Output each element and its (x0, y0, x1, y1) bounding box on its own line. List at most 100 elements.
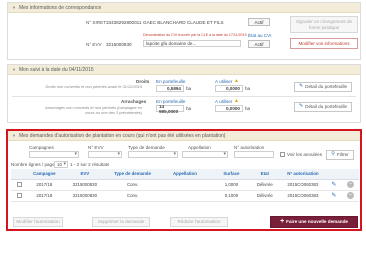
cell-autorisation: 2015CO060383 (280, 179, 326, 191)
arrachages-desc: Arrachages non convertis et non périmés … (45, 105, 142, 115)
column-header[interactable]: Surface (213, 169, 250, 180)
rows-per-page-value: 10 (57, 162, 62, 167)
new-request-label: Faire une nouvelle demande (286, 219, 348, 225)
droits-use-label: A utiliser (215, 79, 233, 84)
cvi-note: Dénomination du CVI trouvée par la CLE à… (143, 33, 247, 37)
delete-icon[interactable]: – (347, 181, 355, 188)
filter-button[interactable]: ⚲ Filtrer (326, 150, 354, 160)
table-row[interactable]: 2017/18 3215000830 Conv. 1,0000 Délivrée… (11, 179, 359, 191)
arrachages-detail-label: Détail du portefeuille (305, 104, 348, 110)
demandes-table: Campagne EVV Type de demande Appellation… (11, 169, 359, 202)
warning-icon: ▲ (234, 78, 239, 84)
cvi-name-field[interactable]: lapoite gfa domaine de... (143, 40, 241, 47)
plus-icon: + (280, 218, 285, 226)
cell-surface: 1,0000 (213, 179, 250, 191)
arrachages-title: Arrachages (121, 99, 147, 104)
rows-per-page-label: Nombre lignes / page (11, 162, 55, 167)
table-row[interactable]: 2017/18 3215000830 Conv. 0,1000 Délivrée… (11, 190, 359, 202)
cell-evv: 3215000830 (61, 190, 109, 202)
arrachages-portfolio-value: 14 985,0000 (156, 104, 184, 114)
droits-detail-button[interactable]: ✎ Détail du portefeuille (294, 82, 352, 92)
results-count: 1 - 2 sur 2 résultats (70, 162, 110, 167)
funnel-icon: ⚲ (331, 151, 335, 158)
correspondance-panel: ▼ Mes informations de correspondance N° … (7, 2, 361, 60)
arrachages-portfolio-unit: ha (186, 106, 192, 111)
arrachages-use-label: A utiliser (215, 99, 233, 104)
filter-type-label: Type de demande (128, 145, 165, 150)
archived-label: Voir les annulées (287, 152, 322, 157)
reduce-authorization-button[interactable]: Réduire l'autorisation (170, 217, 228, 227)
filter-evv-label: N° EVV (88, 145, 104, 150)
modify-info-button[interactable]: Modifier vos informations (290, 38, 358, 49)
filter-autorisation-label: N° autorisation (234, 145, 265, 150)
demandes-panel: ▼ Mes demandes d'autorisation de plantat… (6, 129, 362, 231)
divider (12, 96, 356, 97)
column-header[interactable]: Etat (249, 169, 281, 180)
cell-autorisation: 2015CO060383 (280, 190, 326, 202)
siret-value: 33438292800011 (106, 20, 142, 25)
autorisation-input[interactable] (234, 151, 274, 158)
summary-panel: ▼ Mon suivi à la date du 04/11/2015 Droi… (7, 64, 361, 123)
cell-appellation (156, 179, 214, 191)
droits-use-value: 0,0000 (215, 85, 243, 92)
correspondance-header[interactable]: ▼ Mes informations de correspondance (8, 3, 360, 13)
column-header[interactable]: Campagne (27, 169, 62, 180)
cell-type: Conv. (108, 179, 157, 191)
appellation-select[interactable] (182, 151, 228, 158)
collapse-icon[interactable]: ▼ (12, 133, 16, 138)
new-request-button[interactable]: + Faire une nouvelle demande (270, 216, 358, 228)
summary-title: Mon suivi à la date du 04/11/2015 (18, 66, 94, 73)
cell-campagne: 2017/18 (27, 190, 62, 202)
row-checkbox[interactable] (16, 193, 22, 199)
column-header[interactable]: Appellation (156, 169, 214, 180)
column-header[interactable]: EVV (61, 169, 109, 180)
cell-type: Conv. (108, 190, 157, 202)
demandes-title: Mes demandes d'autorisation de plantatio… (18, 132, 226, 139)
collapse-icon[interactable]: ▼ (12, 67, 16, 72)
filter-campagnes-label: Campagnes (29, 145, 54, 150)
droits-portfolio-label: En portefeuille (156, 79, 186, 84)
filter-button-label: Filtrer (336, 152, 349, 158)
column-header[interactable]: Type de demande (108, 169, 157, 180)
summary-header[interactable]: ▼ Mon suivi à la date du 04/11/2015 (8, 65, 360, 75)
row-checkbox[interactable] (16, 182, 22, 188)
select-header (11, 169, 28, 180)
cell-etat: Délivrée (249, 190, 281, 202)
campagnes-select[interactable] (29, 151, 79, 158)
edit-icon[interactable]: ✎ (331, 193, 336, 199)
delete-request-button[interactable]: Supprimer la demande (92, 217, 150, 227)
cell-etat: Délivrée (249, 179, 281, 191)
evv-label: N° EVV (86, 42, 102, 47)
droits-portfolio-value: 0,5894 (156, 85, 184, 92)
signal-legal-change-button[interactable]: Signaler un changement de forme juridiqu… (290, 16, 358, 33)
cell-evv: 3215000830 (61, 179, 109, 191)
droits-desc: Droits non convertis et non périmés avan… (45, 84, 142, 89)
rows-per-page-select[interactable]: 10 (54, 161, 68, 168)
evv-select[interactable] (88, 151, 122, 158)
arrachages-use-unit: ha (245, 106, 251, 111)
edit-icon[interactable]: ✎ (331, 182, 336, 188)
collapse-icon[interactable]: ▼ (12, 5, 16, 10)
evv-status-badge: Actif (248, 40, 270, 48)
cvi-state-label: État au CVI (248, 33, 272, 38)
siret-status-badge: Actif (248, 18, 270, 26)
delete-header (342, 169, 359, 180)
evv-value: 3215000830 (106, 42, 132, 47)
column-header[interactable]: N° autorisation (280, 169, 326, 180)
arrachages-detail-button[interactable]: ✎ Détail du portefeuille (294, 102, 352, 112)
edit-header (325, 169, 343, 180)
type-select[interactable] (128, 151, 178, 158)
modify-authorization-button[interactable]: Modifier l'autorisation (13, 217, 63, 227)
filter-appellation-label: Appellation (188, 145, 211, 150)
warning-icon: ▲ (234, 98, 239, 104)
droits-detail-label: Détail du portefeuille (305, 84, 348, 90)
company-name: GAEC BLANCHARD CLAUDE ET FILS (143, 20, 224, 25)
droits-portfolio-unit: ha (186, 86, 192, 91)
archived-checkbox[interactable] (280, 152, 285, 157)
arrachages-use-value: 0,0000 (215, 105, 243, 112)
pen-icon: ✎ (298, 83, 304, 90)
demandes-header[interactable]: ▼ Mes demandes d'autorisation de plantat… (8, 131, 360, 141)
delete-icon[interactable]: – (347, 192, 355, 199)
cell-appellation (156, 190, 214, 202)
pen-icon: ✎ (298, 103, 304, 110)
